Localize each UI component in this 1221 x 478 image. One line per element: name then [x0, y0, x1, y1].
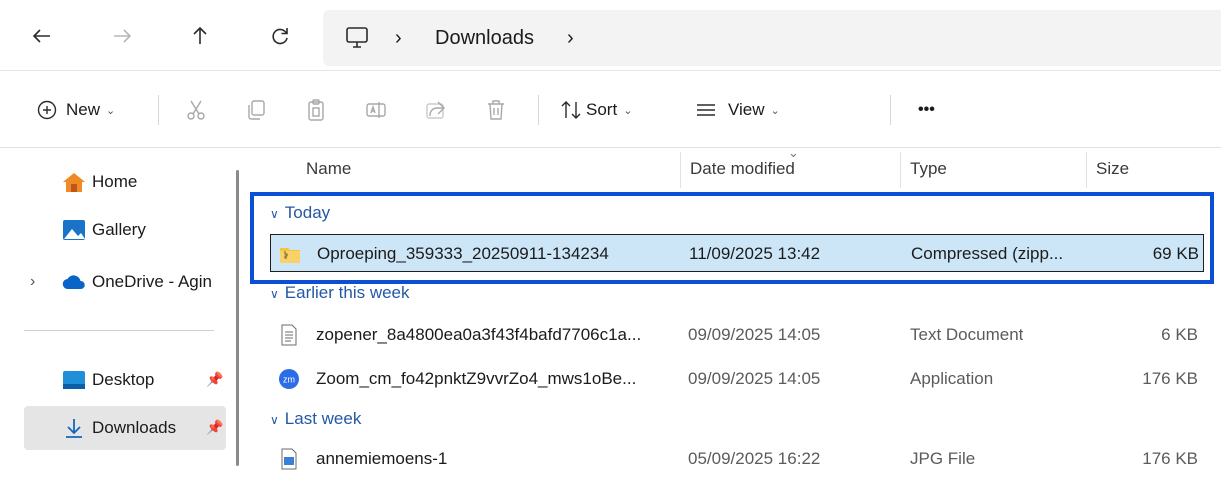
plus-circle-icon — [37, 100, 57, 120]
column-header-name[interactable]: Name — [306, 148, 351, 190]
column-header-type[interactable]: Type — [910, 148, 947, 190]
copy-button[interactable] — [244, 93, 268, 127]
onedrive-icon — [62, 270, 86, 294]
view-lines-icon — [697, 104, 715, 116]
chevron-down-icon: ∨ — [270, 413, 279, 427]
new-button[interactable]: New ⌄ — [36, 93, 115, 127]
chevron-down-icon: ⌄ — [770, 104, 780, 117]
file-row[interactable]: annemiemoens-1 05/09/2025 16:22 JPG File… — [270, 440, 1204, 478]
sort-label: Sort — [586, 100, 618, 119]
more-options-button[interactable]: ••• — [918, 93, 935, 127]
share-button[interactable] — [424, 93, 448, 127]
nav-divider — [24, 330, 214, 331]
file-size: 176 KB — [1142, 369, 1198, 388]
paste-button[interactable] — [304, 93, 328, 127]
file-name: annemiemoens-1 — [316, 449, 448, 468]
file-name: zopener_8a4800ea0a3f43f4bafd7706c1a... — [316, 325, 642, 344]
breadcrumb-separator-end[interactable]: › — [567, 10, 574, 66]
highlight-box — [250, 192, 1214, 284]
downloads-icon — [62, 416, 86, 440]
nav-item-label: OneDrive - Agin — [92, 272, 212, 291]
file-type: Application — [910, 369, 994, 388]
rename-button[interactable] — [364, 93, 388, 127]
group-label: Last week — [284, 409, 362, 428]
monitor-icon — [346, 27, 368, 48]
refresh-icon — [272, 28, 288, 45]
gallery-icon — [62, 218, 86, 242]
sort-indicator-icon: ⌄ — [788, 145, 799, 160]
nav-item-desktop[interactable]: Desktop — [62, 362, 154, 398]
nav-scrollbar[interactable] — [236, 170, 239, 466]
toolbar-divider — [158, 95, 159, 125]
address-bar-region: › Downloads › — [0, 0, 1221, 70]
breadcrumb[interactable]: › Downloads › — [323, 10, 1221, 66]
nav-item-label: Downloads — [92, 418, 177, 437]
nav-item-label: Home — [92, 172, 138, 191]
chevron-down-icon: ∨ — [270, 287, 279, 301]
nav-item-onedrive[interactable]: OneDrive - Agin — [62, 264, 212, 300]
clipboard-icon — [308, 99, 324, 121]
nav-item-downloads[interactable]: Downloads — [62, 410, 176, 446]
toolbar-divider — [538, 95, 539, 125]
command-bar: New ⌄ Sort ⌄ View ⌄ ••• — [0, 71, 1221, 147]
image-file-icon — [281, 448, 297, 470]
breadcrumb-separator[interactable]: › — [395, 10, 402, 66]
chevron-down-icon: ⌄ — [623, 104, 633, 117]
file-row[interactable]: zm Zoom_cm_fo42pnktZ9vvrZo4_mws1oBe... 0… — [270, 360, 1204, 398]
sort-arrows-icon — [561, 101, 581, 119]
navigation-pane: Home Gallery › OneDrive - Agin Desktop 📌… — [0, 148, 240, 466]
desktop-icon — [62, 368, 86, 392]
rename-icon — [366, 102, 386, 118]
forward-button[interactable] — [104, 18, 140, 54]
trash-icon — [488, 100, 504, 120]
text-file-icon — [281, 324, 297, 346]
up-arrow-icon — [193, 26, 207, 44]
column-header-size[interactable]: Size — [1096, 148, 1129, 190]
file-date: 09/09/2025 14:05 — [688, 325, 821, 344]
scissors-icon — [187, 100, 205, 120]
nav-item-label: Gallery — [92, 220, 146, 239]
column-divider[interactable] — [900, 152, 901, 188]
svg-text:zm: zm — [283, 375, 295, 385]
file-row[interactable]: zopener_8a4800ea0a3f43f4bafd7706c1a... 0… — [270, 316, 1204, 354]
nav-item-gallery[interactable]: Gallery — [62, 212, 146, 248]
view-button[interactable]: View ⌄ — [694, 93, 780, 127]
expand-chevron-icon[interactable]: › — [30, 264, 35, 300]
file-size: 6 KB — [1161, 325, 1198, 344]
refresh-button[interactable] — [262, 18, 298, 54]
group-header-last-week[interactable]: ∨ Last week — [270, 404, 361, 434]
forward-arrow-icon — [114, 29, 132, 43]
zoom-app-icon: zm — [279, 369, 299, 389]
column-divider[interactable] — [680, 152, 681, 188]
file-date: 05/09/2025 16:22 — [688, 449, 821, 468]
home-icon — [62, 170, 86, 194]
file-type: JPG File — [910, 449, 976, 468]
pin-icon: 📌 — [206, 371, 224, 387]
column-divider[interactable] — [1086, 152, 1087, 188]
more-dots-icon: ••• — [918, 101, 935, 118]
view-label: View — [728, 100, 765, 119]
file-size: 176 KB — [1142, 449, 1198, 468]
column-header-date[interactable]: Date modified — [690, 148, 795, 190]
new-label: New — [66, 100, 101, 119]
file-type: Text Document — [910, 325, 1024, 344]
nav-item-label: Desktop — [92, 370, 155, 389]
group-label: Earlier this week — [284, 283, 410, 302]
back-arrow-icon — [32, 29, 50, 43]
back-button[interactable] — [24, 18, 60, 54]
toolbar-divider — [890, 95, 891, 125]
sort-button[interactable]: Sort ⌄ — [560, 93, 632, 127]
nav-item-home[interactable]: Home — [62, 164, 137, 200]
file-name: Zoom_cm_fo42pnktZ9vvrZo4_mws1oBe... — [316, 369, 637, 388]
copy-icon — [248, 100, 265, 120]
pin-icon: 📌 — [206, 419, 224, 435]
chevron-down-icon: ⌄ — [106, 104, 116, 117]
breadcrumb-downloads[interactable]: Downloads — [435, 10, 534, 66]
cut-button[interactable] — [184, 93, 208, 127]
this-pc-crumb[interactable] — [339, 20, 375, 56]
share-icon — [426, 101, 445, 119]
delete-button[interactable] — [484, 93, 508, 127]
file-date: 09/09/2025 14:05 — [688, 369, 821, 388]
up-button[interactable] — [182, 18, 218, 54]
